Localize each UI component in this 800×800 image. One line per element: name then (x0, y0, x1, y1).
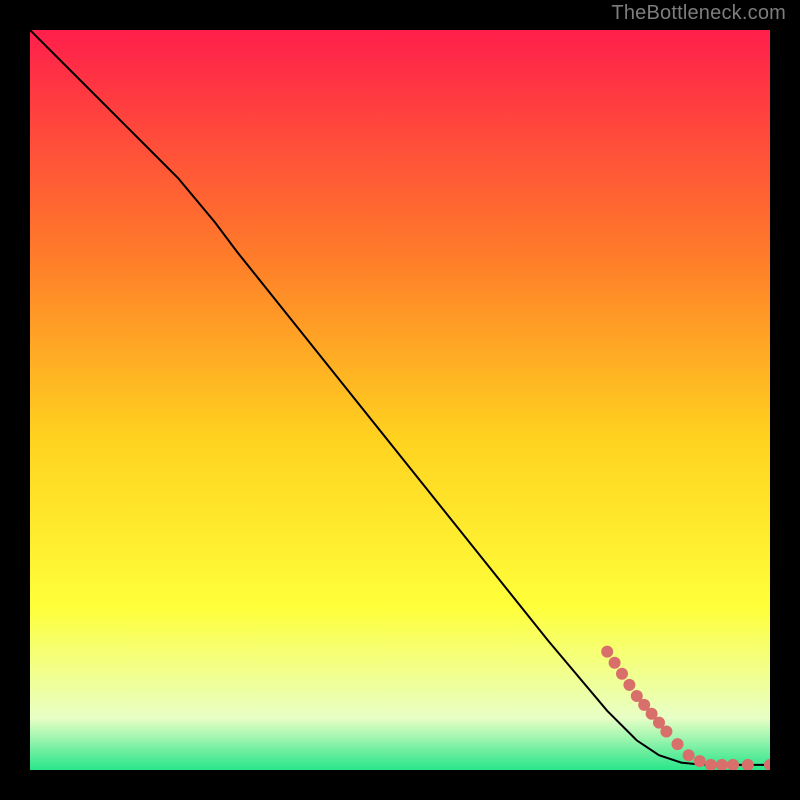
highlight-marker (660, 726, 672, 738)
attribution-text: TheBottleneck.com (611, 2, 786, 25)
highlight-marker (694, 755, 706, 767)
highlight-marker (609, 657, 621, 669)
highlight-marker (601, 646, 613, 658)
chart-stage: TheBottleneck.com (0, 0, 800, 800)
highlight-marker (672, 738, 684, 750)
highlight-marker (683, 749, 695, 761)
chart-svg (30, 30, 770, 770)
plot-area (30, 30, 770, 770)
highlight-marker (616, 668, 628, 680)
highlight-marker (623, 679, 635, 691)
